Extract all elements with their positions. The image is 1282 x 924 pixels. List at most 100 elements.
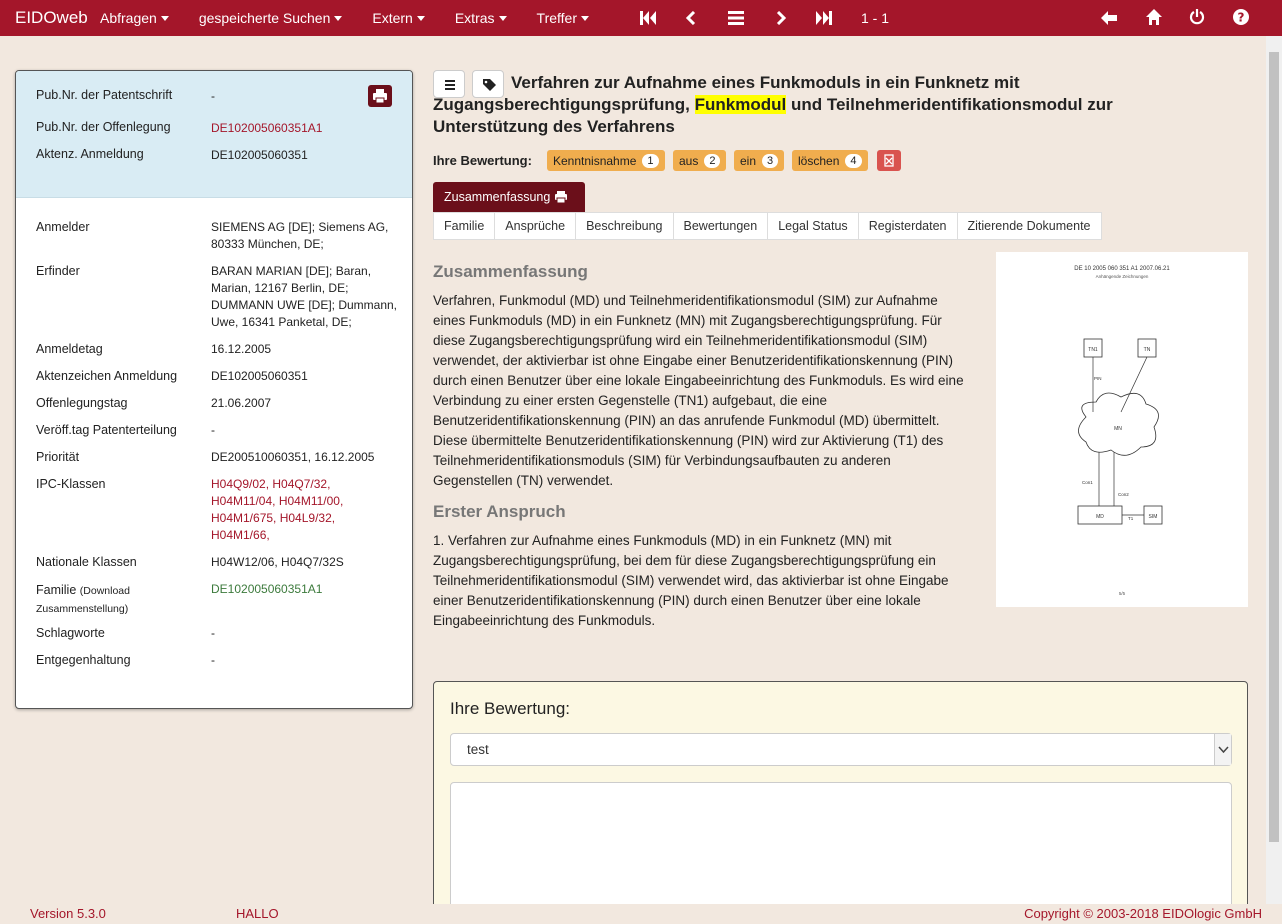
print-button[interactable] [368, 85, 392, 107]
tab-zusammenfassung-active[interactable]: Zusammenfassung [433, 182, 585, 212]
rating-button-loeschen[interactable]: löschen 4 [792, 150, 868, 171]
next-icon[interactable] [775, 11, 787, 25]
tab-bewertungen[interactable]: Bewertungen [674, 213, 769, 239]
select-dropdown-button[interactable] [1214, 734, 1231, 765]
menu-extras[interactable]: Extras [455, 10, 507, 26]
rating-select[interactable]: test [450, 733, 1232, 766]
summary-text: Verfahren, Funkmodul (MD) und Teilnehmer… [433, 293, 964, 488]
label-offenlegungstag: Offenlegungstag [36, 396, 128, 410]
back-arrow-icon[interactable] [1101, 11, 1117, 25]
label-aktenzeichen-anmeldung: Aktenzeichen Anmeldung [36, 369, 178, 383]
brand-logo[interactable]: EIDOweb [0, 8, 100, 28]
tab-beschreibung[interactable]: Beschreibung [576, 213, 674, 239]
title-part4: Unterstützung des Verfahrens [433, 117, 675, 136]
footer: Version 5.3.0 HALLO Copyright © 2003-201… [0, 904, 1282, 924]
label-con1: Con1 [1082, 480, 1093, 485]
document-remove-icon [884, 154, 894, 167]
print-icon [373, 89, 387, 104]
ipc-link[interactable]: H04M1/675, [211, 511, 276, 525]
link-pub-offenlegung[interactable]: DE102005060351A1 [211, 120, 401, 137]
rating-count: 2 [704, 153, 721, 168]
label-sim: SIM [1149, 514, 1158, 520]
summary-heading: Zusammenfassung [433, 262, 588, 281]
value-aktenz-anmeldung: DE102005060351 [211, 148, 308, 162]
patent-figure: DE 10 2005 060 351 A1 2007.06.21 Anhänge… [1074, 266, 1170, 596]
ipc-links: H04Q9/02, H04Q7/32, H04M11/04, H04M11/00… [211, 476, 401, 544]
title-highlight: Funkmodul [694, 95, 787, 114]
label-aktenz-anmeldung: Aktenz. Anmeldung [36, 147, 144, 161]
vertical-scrollbar[interactable] [1266, 36, 1282, 904]
last-page-icon[interactable] [816, 11, 832, 25]
previous-icon[interactable] [685, 11, 697, 25]
rating-count: 1 [642, 153, 659, 168]
drawing-subheader: Anhängende Zeichnungen [1096, 274, 1149, 279]
metadata-panel: Pub.Nr. der Patentschrift - Pub.Nr. der … [15, 70, 413, 709]
label-prioritaet: Priorität [36, 450, 80, 464]
help-icon[interactable]: ? [1233, 9, 1249, 25]
ipc-link[interactable]: H04M11/00, [279, 494, 343, 508]
ipc-link[interactable]: H04Q7/32, [272, 477, 330, 491]
menu-extern[interactable]: Extern [372, 10, 425, 26]
claim-text: 1. Verfahren zur Aufnahme eines Funkmodu… [433, 533, 949, 628]
menu-label: Extern [372, 10, 413, 26]
chevron-down-icon [1218, 746, 1229, 754]
value-anmelder: SIEMENS AG [DE]; Siemens AG, 80333 Münch… [211, 220, 389, 251]
label-t1: T1 [1128, 516, 1134, 521]
label-pub-offenlegung: Pub.Nr. der Offenlegung [36, 120, 171, 134]
label-pin: PIN [1094, 376, 1102, 381]
svg-text:?: ? [1238, 11, 1245, 25]
rating-count: 4 [845, 153, 862, 168]
title-part3: und Teilnehmeridentifikationsmodul zur [790, 95, 1113, 114]
first-page-icon[interactable] [640, 11, 656, 25]
version-text: Version 5.3.0 [30, 906, 106, 921]
caret-down-icon [416, 15, 425, 21]
tab-legal-status[interactable]: Legal Status [768, 213, 859, 239]
list-icon[interactable] [728, 11, 744, 25]
pager-text: 1 - 1 [861, 10, 890, 26]
ipc-link[interactable]: H04M1/66, [211, 528, 270, 542]
title-part2: Zugangsberechtigungsprüfung, [433, 95, 690, 114]
ipc-link[interactable]: H04M11/04, [211, 494, 275, 508]
rating-comment-textarea[interactable] [450, 782, 1232, 922]
power-icon[interactable] [1189, 9, 1205, 25]
publication-numbers-section: Pub.Nr. der Patentschrift - Pub.Nr. der … [16, 71, 412, 198]
rating-select-value: test [467, 742, 489, 757]
tab-ansprueche[interactable]: Ansprüche [495, 213, 577, 239]
label-nationale-klassen: Nationale Klassen [36, 555, 137, 569]
menu-abfragen[interactable]: Abfragen [100, 10, 169, 26]
tab-familie[interactable]: Familie [434, 213, 496, 239]
label-entgegenhaltung: Entgegenhaltung [36, 653, 131, 667]
rating-button-label: löschen [798, 153, 840, 168]
menu-treffer[interactable]: Treffer [537, 10, 589, 26]
rating-button-label: aus [679, 153, 699, 168]
link-familie[interactable]: DE102005060351A1 [211, 581, 401, 598]
document-title: Verfahren zur Aufnahme eines Funkmoduls … [433, 72, 1193, 138]
ipc-link[interactable]: H04Q9/02, [211, 477, 269, 491]
value-entgegenhaltung: - [211, 653, 215, 667]
label-anmelder: Anmelder [36, 220, 90, 234]
label-familie: Familie (Download Zusammenstellung) [36, 582, 206, 618]
patent-drawing[interactable]: DE 10 2005 060 351 A1 2007.06.21 Anhänge… [996, 252, 1248, 607]
ipc-link[interactable]: H04L9/32, [280, 511, 335, 525]
label-pub-patentschrift: Pub.Nr. der Patentschrift [36, 88, 173, 102]
rating-button-aus[interactable]: aus 2 [673, 150, 727, 171]
remove-rating-button[interactable] [877, 150, 901, 171]
label-tn: TN [1144, 347, 1151, 353]
familie-label-text: Familie [36, 583, 77, 597]
active-tab-label: Zusammenfassung [444, 190, 551, 204]
tab-registerdaten[interactable]: Registerdaten [859, 213, 958, 239]
menu-label: Extras [454, 10, 495, 26]
rating-button-ein[interactable]: ein 3 [734, 150, 785, 171]
label-ipc-klassen: IPC-Klassen [36, 477, 106, 491]
rating-button-kenntnisnahme[interactable]: Kenntnisnahme 1 [547, 150, 665, 171]
scrollbar-thumb[interactable] [1269, 52, 1279, 842]
document-tabs: Familie Ansprüche Beschreibung Bewertung… [433, 212, 1102, 240]
value-erfinder: BARAN MARIAN [DE]; Baran, Marian, 12167 … [211, 264, 398, 329]
value-aktenzeichen-anmeldung: DE102005060351 [211, 369, 308, 383]
home-icon[interactable] [1146, 9, 1162, 25]
menu-gespeicherte-suchen[interactable]: gespeicherte Suchen [199, 10, 343, 26]
tab-zitierende-dokumente[interactable]: Zitierende Dokumente [958, 213, 1101, 239]
rating-button-label: Kenntnisnahme [553, 153, 637, 168]
drawing-page-number: 5/5 [1119, 591, 1126, 596]
print-icon[interactable] [553, 189, 569, 205]
